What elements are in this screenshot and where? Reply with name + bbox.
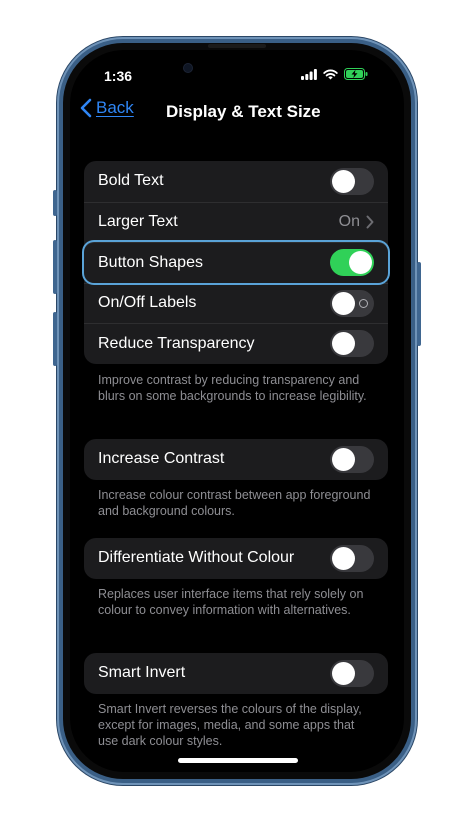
button-shapes-row[interactable]: Button Shapes xyxy=(84,242,388,283)
on-off-labels-label: On/Off Labels xyxy=(98,294,197,312)
chevron-right-icon xyxy=(366,215,374,229)
smart-invert-footer-text: Smart Invert reverses the colours of the… xyxy=(98,702,362,748)
chevron-left-icon xyxy=(80,98,92,118)
screen: 1:36 Back Display & Text Size Bold Text … xyxy=(70,50,404,772)
smart-invert-label: Smart Invert xyxy=(98,664,186,682)
differentiate-without-colour-toggle[interactable] xyxy=(330,544,374,572)
on-off-labels-toggle[interactable] xyxy=(330,289,374,317)
back-button[interactable]: Back xyxy=(80,98,134,118)
bold-text-row[interactable]: Bold Text xyxy=(84,161,388,202)
toggle-knob xyxy=(349,251,372,275)
home-indicator[interactable] xyxy=(178,758,298,763)
larger-text-value: On xyxy=(339,213,374,231)
toggle-knob xyxy=(332,661,355,685)
speaker-grille xyxy=(208,44,266,48)
differentiate-group: Differentiate Without Colour xyxy=(84,538,388,579)
contrast-group: Increase Contrast xyxy=(84,439,388,480)
smart-invert-toggle[interactable] xyxy=(330,659,374,687)
volume-down-button xyxy=(53,312,57,366)
larger-text-row[interactable]: Larger Text On xyxy=(84,201,388,243)
toggle-knob xyxy=(332,546,355,570)
increase-contrast-row[interactable]: Increase Contrast xyxy=(84,439,388,480)
volume-up-button xyxy=(53,240,57,294)
toggle-knob xyxy=(332,169,355,193)
smart-invert-row[interactable]: Smart Invert xyxy=(84,653,388,694)
reduce-transparency-row[interactable]: Reduce Transparency xyxy=(84,323,388,364)
battery-charging-icon xyxy=(344,68,368,80)
page-title: Display & Text Size xyxy=(166,102,321,121)
status-time: 1:36 xyxy=(104,68,133,84)
contrast-footer-text: Increase colour contrast between app for… xyxy=(98,488,371,518)
bold-text-label: Bold Text xyxy=(98,172,164,190)
status-icons xyxy=(301,68,368,80)
differentiate-without-colour-label: Differentiate Without Colour xyxy=(98,549,295,567)
bold-text-toggle[interactable] xyxy=(330,167,374,195)
toggle-knob xyxy=(332,332,355,356)
reduce-transparency-toggle[interactable] xyxy=(330,330,374,358)
button-shapes-toggle[interactable] xyxy=(330,249,374,277)
toggle-knob xyxy=(332,291,355,315)
front-camera-icon xyxy=(184,64,192,72)
back-button-label: Back xyxy=(96,98,134,117)
power-button xyxy=(417,262,421,346)
toggle-knob xyxy=(332,447,355,471)
on-off-labels-row[interactable]: On/Off Labels xyxy=(84,282,388,324)
differentiate-footer-text: Replaces user interface items that rely … xyxy=(98,587,364,617)
action-button xyxy=(53,190,57,216)
text-settings-group: Bold Text Larger Text On Button Shapes O… xyxy=(84,161,388,364)
off-label-ring-icon xyxy=(359,298,368,308)
larger-text-value-label: On xyxy=(338,213,360,231)
button-shapes-label: Button Shapes xyxy=(98,253,203,271)
larger-text-label: Larger Text xyxy=(98,213,178,231)
increase-contrast-toggle[interactable] xyxy=(330,445,374,473)
increase-contrast-label: Increase Contrast xyxy=(98,450,225,468)
transparency-footer-text: Improve contrast by reducing transparenc… xyxy=(98,373,367,403)
wifi-icon xyxy=(323,69,338,79)
reduce-transparency-label: Reduce Transparency xyxy=(98,334,255,352)
smart-invert-group: Smart Invert xyxy=(84,653,388,694)
cellular-signal-icon xyxy=(301,68,317,80)
differentiate-without-colour-row[interactable]: Differentiate Without Colour xyxy=(84,538,388,579)
